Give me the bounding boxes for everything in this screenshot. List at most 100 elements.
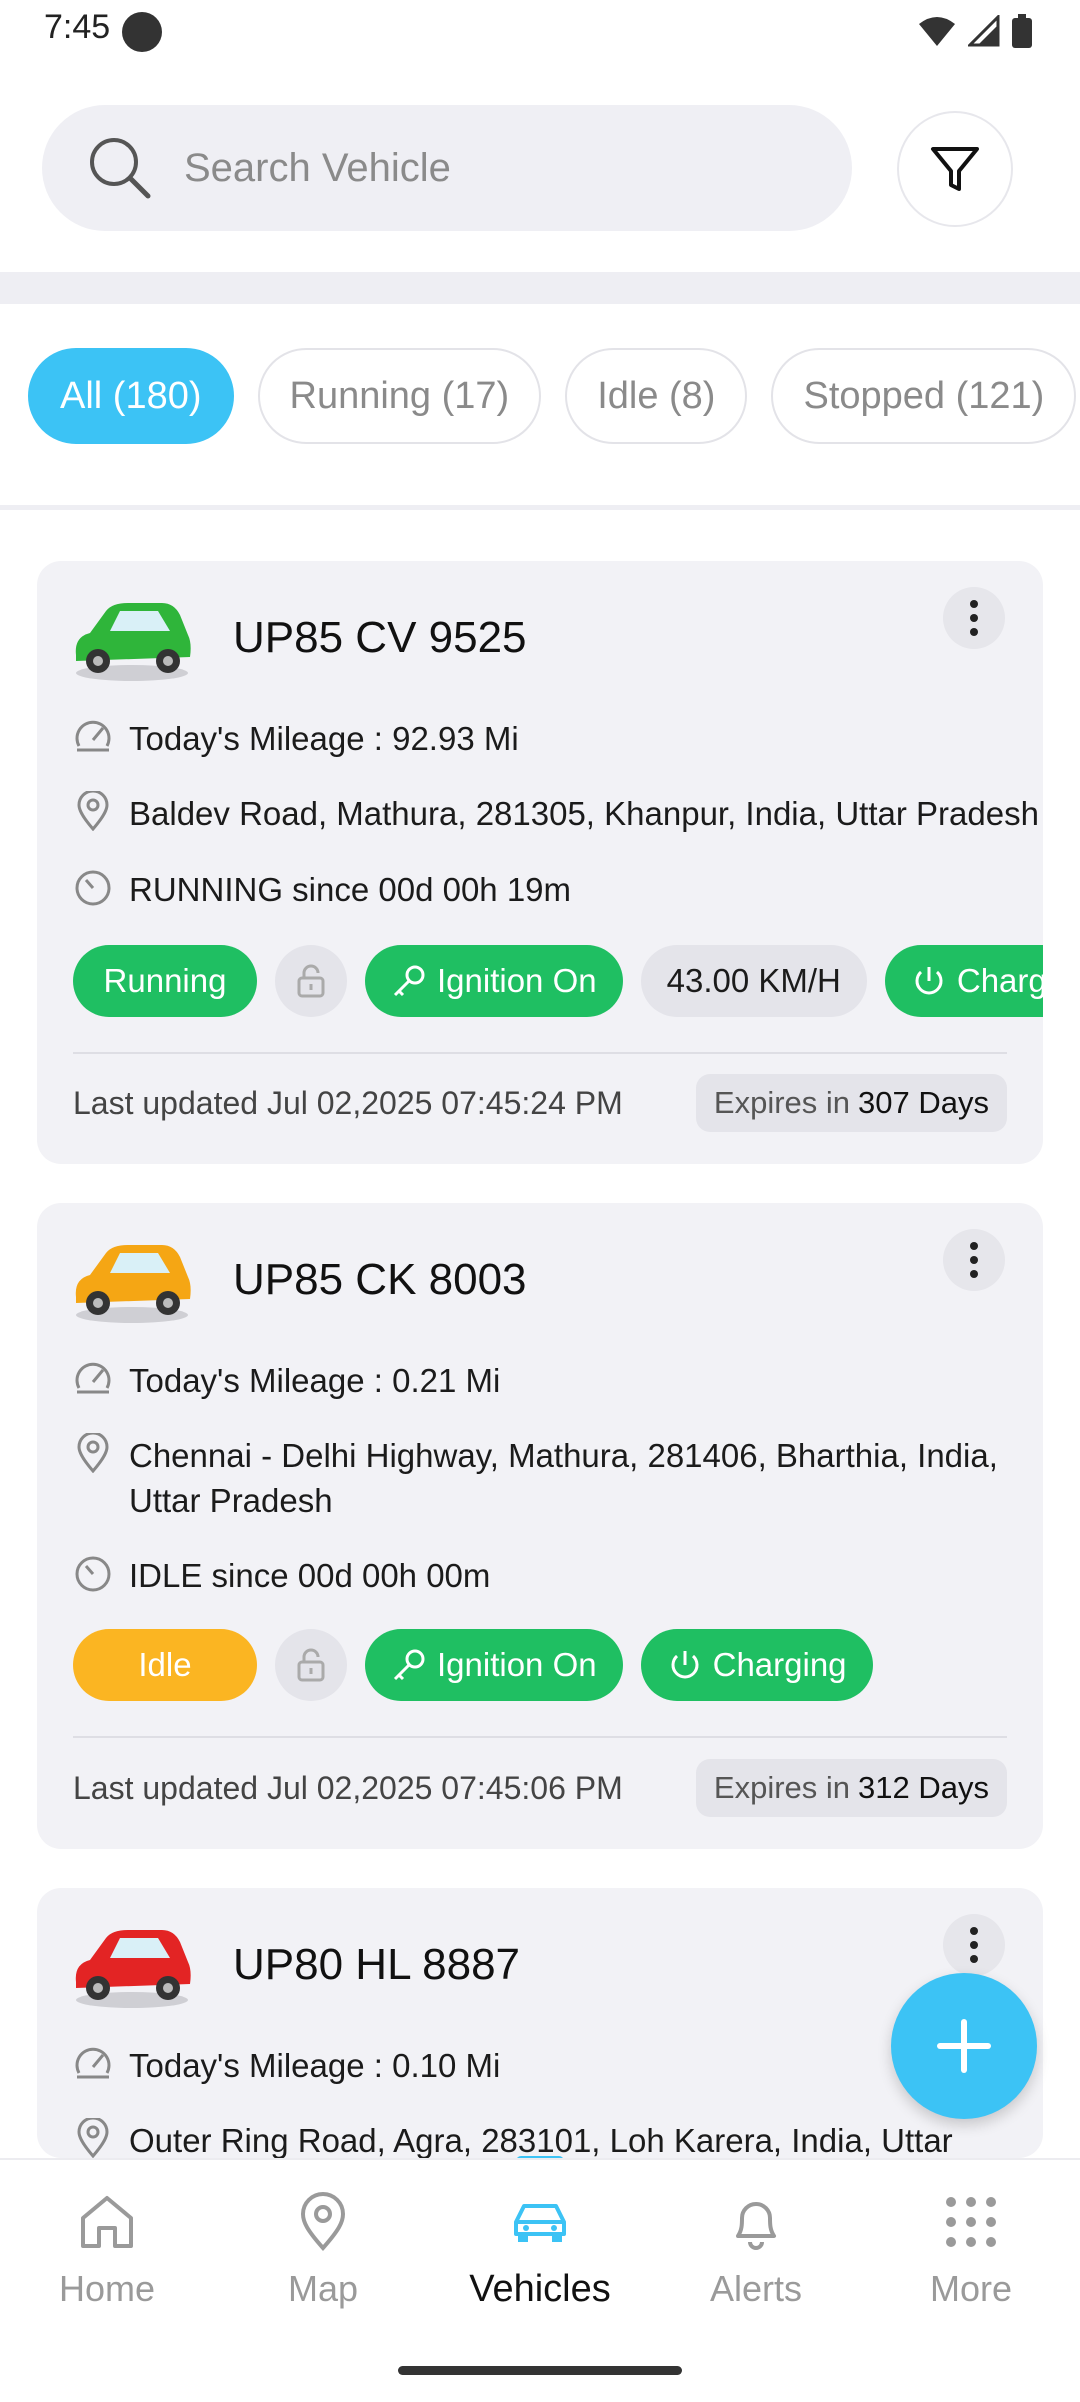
search-icon bbox=[90, 138, 151, 199]
location-pin-icon bbox=[77, 2118, 109, 2158]
vehicle-card[interactable]: UP85 CK 8003 Today's Mileage : 0.21 Mi C… bbox=[37, 1203, 1043, 1849]
nav-alerts[interactable]: Alerts bbox=[656, 2190, 856, 2310]
more-options-button[interactable] bbox=[943, 1229, 1005, 1291]
expires-label: Expires in bbox=[713, 1085, 851, 1120]
ignition-label: Ignition On bbox=[437, 1646, 597, 1683]
state-since-text: IDLE since 00d 00h 00m bbox=[129, 1557, 491, 1594]
mileage-row: Today's Mileage : 0.21 Mi bbox=[73, 1358, 500, 1403]
address-text: Chennai - Delhi Highway, Mathura, 281406… bbox=[129, 1437, 998, 1519]
ignition-badge: Ignition On bbox=[365, 945, 623, 1017]
car-icon bbox=[75, 1245, 191, 1323]
address-row: Outer Ring Road, Agra, 283101, Loh Karer… bbox=[73, 2118, 953, 2158]
state-row: IDLE since 00d 00h 00m bbox=[73, 1553, 490, 1598]
address-row: Baldev Road, Mathura, 281305, Khanpur, I… bbox=[73, 791, 1039, 836]
card-divider bbox=[73, 1736, 1007, 1738]
status-bar: 7:45 bbox=[0, 0, 1080, 62]
vehicle-card[interactable]: UP80 HL 8887 Today's Mileage : 0.10 Mi O… bbox=[37, 1888, 1043, 2158]
mileage-text: Today's Mileage : 0.21 Mi bbox=[129, 1362, 501, 1399]
charging-label: Charging bbox=[956, 962, 1043, 999]
status-badge: Idle bbox=[73, 1629, 257, 1701]
unlock-icon bbox=[297, 964, 325, 998]
nav-vehicles[interactable]: Vehicles bbox=[440, 2190, 640, 2311]
nav-home-label: Home bbox=[58, 2268, 156, 2309]
section-divider bbox=[0, 272, 1080, 304]
speedometer-icon bbox=[75, 1362, 111, 1394]
power-icon bbox=[915, 967, 943, 995]
charging-badge: Charging bbox=[884, 945, 1043, 1017]
mileage-row: Today's Mileage : 0.10 Mi bbox=[73, 2043, 500, 2088]
speedometer-icon bbox=[75, 720, 111, 752]
grid-icon bbox=[946, 2197, 996, 2247]
car-icon bbox=[514, 2204, 566, 2242]
filter-chip-running[interactable]: Running (17) bbox=[257, 348, 542, 444]
nav-map-label: Map bbox=[287, 2268, 359, 2309]
key-icon bbox=[393, 1649, 425, 1681]
address-text: Baldev Road, Mathura, 281305, Khanpur, I… bbox=[129, 795, 1039, 832]
ignition-badge: Ignition On bbox=[365, 1629, 623, 1701]
location-pin-icon bbox=[77, 1433, 109, 1473]
notification-dot-icon bbox=[122, 12, 162, 52]
speed-badge: 43.00 KM/H bbox=[640, 945, 867, 1017]
search-bar[interactable] bbox=[42, 105, 852, 231]
status-filter-tabs: All (180) Running (17) Idle (8) Stopped … bbox=[28, 348, 1080, 448]
nav-home[interactable]: Home bbox=[7, 2190, 207, 2310]
gesture-home-bar[interactable] bbox=[398, 2366, 682, 2375]
expiry-badge: Expires in 307 Days bbox=[695, 1074, 1007, 1132]
speedometer-icon bbox=[75, 2047, 111, 2079]
filter-chip-stopped[interactable]: Stopped (121) bbox=[771, 348, 1077, 444]
expiry-badge: Expires in 312 Days bbox=[695, 1759, 1007, 1817]
more-options-button[interactable] bbox=[943, 587, 1005, 649]
charging-label: Charging bbox=[712, 1646, 847, 1683]
more-options-button[interactable] bbox=[943, 1914, 1005, 1976]
search-input[interactable] bbox=[182, 144, 786, 192]
status-badge: Running bbox=[73, 945, 257, 1017]
last-updated-text: Last updated Jul 02,2025 07:45:24 PM bbox=[73, 1085, 623, 1121]
bell-icon bbox=[736, 2202, 776, 2250]
plus-icon bbox=[937, 2019, 991, 2073]
vehicle-plate: UP85 CV 9525 bbox=[233, 613, 527, 662]
address-row: Chennai - Delhi Highway, Mathura, 281406… bbox=[73, 1433, 1013, 1523]
vehicle-plate: UP80 HL 8887 bbox=[233, 1940, 521, 1989]
location-pin-icon bbox=[77, 791, 109, 831]
nav-vehicles-label: Vehicles bbox=[469, 2268, 611, 2310]
charging-badge: Charging bbox=[640, 1629, 873, 1701]
filter-chip-idle[interactable]: Idle (8) bbox=[565, 348, 748, 444]
car-icon bbox=[75, 603, 191, 681]
wifi-icon bbox=[919, 17, 955, 46]
mileage-row: Today's Mileage : 92.93 Mi bbox=[73, 716, 519, 761]
signal-icon bbox=[968, 15, 1000, 47]
power-icon bbox=[671, 1651, 699, 1679]
filter-icon bbox=[931, 147, 979, 191]
filter-chip-all[interactable]: All (180) bbox=[28, 348, 234, 444]
address-text: Outer Ring Road, Agra, 283101, Loh Karer… bbox=[129, 2122, 953, 2158]
lock-button[interactable] bbox=[275, 1629, 347, 1701]
nav-map[interactable]: Map bbox=[223, 2190, 423, 2310]
ignition-label: Ignition On bbox=[437, 962, 597, 999]
divider bbox=[0, 505, 1080, 510]
battery-icon bbox=[1012, 14, 1032, 48]
mileage-text: Today's Mileage : 0.10 Mi bbox=[129, 2047, 501, 2084]
expires-value: 307 Days bbox=[858, 1085, 989, 1120]
status-icons bbox=[918, 14, 1032, 48]
timer-icon bbox=[75, 1556, 111, 1592]
state-since-text: RUNNING since 00d 00h 19m bbox=[129, 871, 572, 908]
unlock-icon bbox=[297, 1648, 325, 1682]
status-badges: Idle Ignition On Charging bbox=[73, 1629, 1043, 1701]
expires-label: Expires in bbox=[713, 1770, 851, 1805]
vehicle-card[interactable]: UP85 CV 9525 Today's Mileage : 92.93 Mi … bbox=[37, 561, 1043, 1164]
filter-button[interactable] bbox=[897, 111, 1013, 227]
home-icon bbox=[81, 2196, 133, 2248]
nav-more[interactable]: More bbox=[871, 2190, 1071, 2310]
add-vehicle-button[interactable] bbox=[891, 1973, 1037, 2119]
status-time: 7:45 bbox=[44, 8, 111, 46]
car-icon bbox=[75, 1930, 191, 2008]
nav-alerts-label: Alerts bbox=[709, 2268, 803, 2309]
timer-icon bbox=[75, 870, 111, 906]
status-badges: Running Ignition On 43.00 KM/H Charging bbox=[73, 945, 1043, 1017]
key-icon bbox=[393, 965, 425, 997]
expires-value: 312 Days bbox=[858, 1770, 989, 1805]
state-row: RUNNING since 00d 00h 19m bbox=[73, 867, 571, 912]
map-pin-icon bbox=[300, 2192, 346, 2252]
lock-button[interactable] bbox=[275, 945, 347, 1017]
last-updated-text: Last updated Jul 02,2025 07:45:06 PM bbox=[73, 1770, 623, 1806]
